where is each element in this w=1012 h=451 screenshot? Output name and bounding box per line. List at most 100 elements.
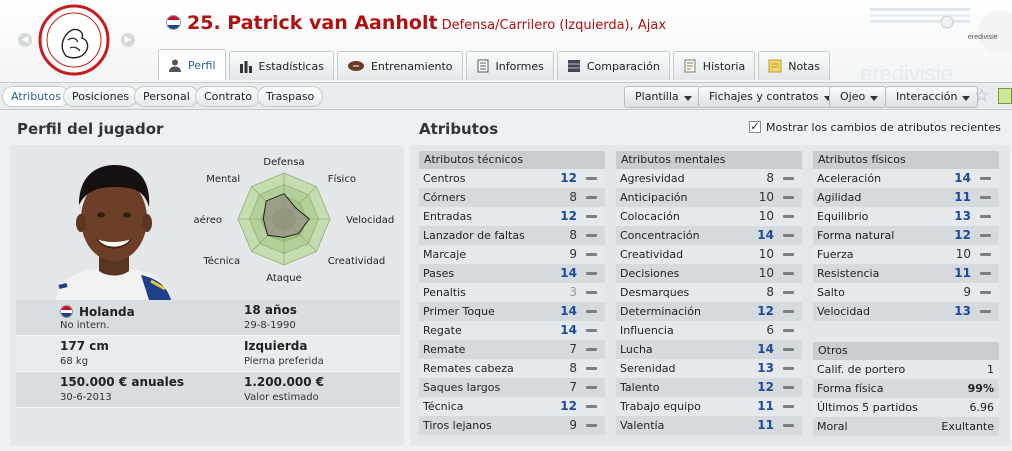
attribute-row[interactable]: Serenidad 13 bbox=[616, 359, 802, 378]
attribute-row[interactable]: Remates cabeza 8 bbox=[419, 359, 605, 378]
stats-row: 150.000 € anuales 30-6-2013 1.200.000 € … bbox=[16, 372, 400, 408]
attribute-row[interactable]: Entradas 12 bbox=[419, 207, 605, 226]
attribute-row[interactable]: Trabajo equipo 11 bbox=[616, 397, 802, 416]
attribute-row[interactable]: Resistencia 11 bbox=[813, 264, 999, 283]
estimated-value-label: Valor estimado bbox=[244, 392, 319, 403]
attribute-row[interactable]: Marcaje 9 bbox=[419, 245, 605, 264]
attribute-row[interactable]: Velocidad 13 bbox=[813, 302, 999, 321]
attribute-name: Penaltis bbox=[423, 286, 466, 299]
attribute-row[interactable]: Concentración 14 bbox=[616, 226, 802, 245]
attribute-row[interactable]: Talento 12 bbox=[616, 378, 802, 397]
attribute-value: 11 bbox=[954, 266, 971, 280]
attribute-row[interactable]: Creatividad 10 bbox=[616, 245, 802, 264]
tab-historia[interactable]: Historia bbox=[672, 51, 756, 80]
trend-unchanged-icon bbox=[586, 329, 597, 332]
attribute-row[interactable]: Últimos 5 partidos 6.96 bbox=[813, 398, 999, 417]
trend-unchanged-icon bbox=[980, 215, 991, 218]
attribute-row[interactable]: Córners 8 bbox=[419, 188, 605, 207]
tab-perfil[interactable]: Perfil bbox=[158, 49, 226, 80]
attribute-row[interactable]: Pases 14 bbox=[419, 264, 605, 283]
attribute-value: 6.96 bbox=[969, 401, 995, 414]
attribute-name: Salto bbox=[817, 286, 845, 299]
attribute-row[interactable]: Desmarques 8 bbox=[616, 283, 802, 302]
attribute-row[interactable]: Calif. de portero 1 bbox=[813, 360, 999, 379]
attribute-name: Decisiones bbox=[620, 267, 680, 280]
wage-cell: 150.000 € anuales 30-6-2013 bbox=[60, 375, 184, 403]
attribute-row[interactable]: Moral Exultante bbox=[813, 417, 999, 436]
plantilla-menu[interactable]: Plantilla bbox=[624, 86, 700, 108]
attribute-row[interactable]: Técnica 12 bbox=[419, 397, 605, 416]
attribute-row[interactable]: Influencia 6 bbox=[616, 321, 802, 340]
attribute-row[interactable]: Primer Toque 14 bbox=[419, 302, 605, 321]
attribute-row[interactable]: Remate 7 bbox=[419, 340, 605, 359]
other-attributes: Otros Calif. de portero 1 Forma física 99% Ú… bbox=[813, 342, 999, 436]
interaccion-menu[interactable]: Interacción bbox=[885, 86, 979, 108]
tab-informes[interactable]: Informes bbox=[465, 51, 554, 80]
attribute-value: 14 bbox=[757, 342, 774, 356]
attribute-row[interactable]: Fuerza 10 bbox=[813, 245, 999, 264]
trend-unchanged-icon bbox=[586, 367, 597, 370]
tab-comparacion[interactable]: Comparación bbox=[556, 51, 670, 80]
attribute-name: Agilidad bbox=[817, 191, 862, 204]
physical-attributes: Atributos físicos Aceleración 14 Agilidad 1… bbox=[813, 151, 999, 321]
star-icon[interactable]: ☆ bbox=[974, 86, 989, 106]
attribute-value: 7 bbox=[569, 380, 577, 394]
trend-unchanged-icon bbox=[783, 386, 794, 389]
attribute-row[interactable]: Penaltis 3 bbox=[419, 283, 605, 302]
trend-unchanged-icon bbox=[980, 196, 991, 199]
show-changes-checkbox[interactable]: ✓ bbox=[749, 121, 761, 133]
player-photo bbox=[41, 157, 186, 300]
trend-unchanged-icon bbox=[586, 348, 597, 351]
trend-unchanged-icon bbox=[980, 253, 991, 256]
attribute-value: Exultante bbox=[941, 420, 994, 433]
subtab-traspaso[interactable]: Traspaso bbox=[257, 86, 324, 107]
attribute-row[interactable]: Equilibrio 13 bbox=[813, 207, 999, 226]
attribute-row[interactable]: Regate 14 bbox=[419, 321, 605, 340]
next-arrow-icon[interactable]: ▶ bbox=[121, 33, 135, 47]
ojeo-menu[interactable]: Ojeo bbox=[829, 86, 887, 108]
attribute-row[interactable]: Lanzador de faltas 8 bbox=[419, 226, 605, 245]
attribute-name: Agresividad bbox=[620, 172, 685, 185]
attribute-row[interactable]: Agilidad 11 bbox=[813, 188, 999, 207]
attribute-value: 13 bbox=[954, 304, 971, 318]
attribute-row[interactable]: Determinación 12 bbox=[616, 302, 802, 321]
attribute-row[interactable]: Forma natural 12 bbox=[813, 226, 999, 245]
attribute-row[interactable]: Valentía 11 bbox=[616, 416, 802, 435]
attribute-row[interactable]: Salto 9 bbox=[813, 283, 999, 302]
trend-unchanged-icon bbox=[783, 310, 794, 313]
attribute-value: 12 bbox=[560, 171, 577, 185]
attribute-name: Desmarques bbox=[620, 286, 690, 299]
tab-label: Comparación bbox=[586, 59, 660, 73]
subtab-personal[interactable]: Personal bbox=[134, 86, 199, 107]
weight: 68 kg bbox=[60, 356, 89, 367]
attribute-row[interactable]: Colocación 10 bbox=[616, 207, 802, 226]
height: 177 cm bbox=[60, 339, 109, 353]
attribute-value: 14 bbox=[560, 266, 577, 280]
attribute-value: 12 bbox=[560, 209, 577, 223]
previous-arrow-icon[interactable]: ◀ bbox=[18, 33, 32, 47]
attribute-row[interactable]: Saques largos 7 bbox=[419, 378, 605, 397]
subtab-atributos[interactable]: Atributos bbox=[2, 86, 70, 107]
trend-unchanged-icon bbox=[783, 253, 794, 256]
tab-entrenamiento[interactable]: Entrenamiento bbox=[336, 51, 463, 80]
tab-estadisticas[interactable]: Estadísticas bbox=[228, 51, 334, 80]
subtab-contrato[interactable]: Contrato bbox=[195, 86, 262, 107]
trend-unchanged-icon bbox=[980, 291, 991, 294]
attribute-row[interactable]: Centros 12 bbox=[419, 169, 605, 188]
technical-attributes: Atributos técnicos Centros 12 Córners 8 Entr… bbox=[419, 151, 605, 435]
attribute-row[interactable]: Anticipación 10 bbox=[616, 188, 802, 207]
tab-notas[interactable]: Notas bbox=[758, 51, 830, 80]
attribute-name: Córners bbox=[423, 191, 466, 204]
add-note-icon[interactable] bbox=[998, 88, 1012, 104]
fichajes-contratos-menu[interactable]: Fichajes y contratos bbox=[698, 86, 840, 108]
attribute-value: 99% bbox=[967, 382, 994, 395]
attribute-row[interactable]: Aceleración 14 bbox=[813, 169, 999, 188]
attribute-row[interactable]: Agresividad 8 bbox=[616, 169, 802, 188]
attribute-row[interactable]: Decisiones 10 bbox=[616, 264, 802, 283]
attribute-name: Equilibrio bbox=[817, 210, 869, 223]
subtab-posiciones[interactable]: Posiciones bbox=[63, 86, 139, 107]
attribute-row[interactable]: Forma física 99% bbox=[813, 379, 999, 398]
attribute-value: 12 bbox=[560, 399, 577, 413]
attribute-row[interactable]: Lucha 14 bbox=[616, 340, 802, 359]
attribute-row[interactable]: Tiros lejanos 9 bbox=[419, 416, 605, 435]
